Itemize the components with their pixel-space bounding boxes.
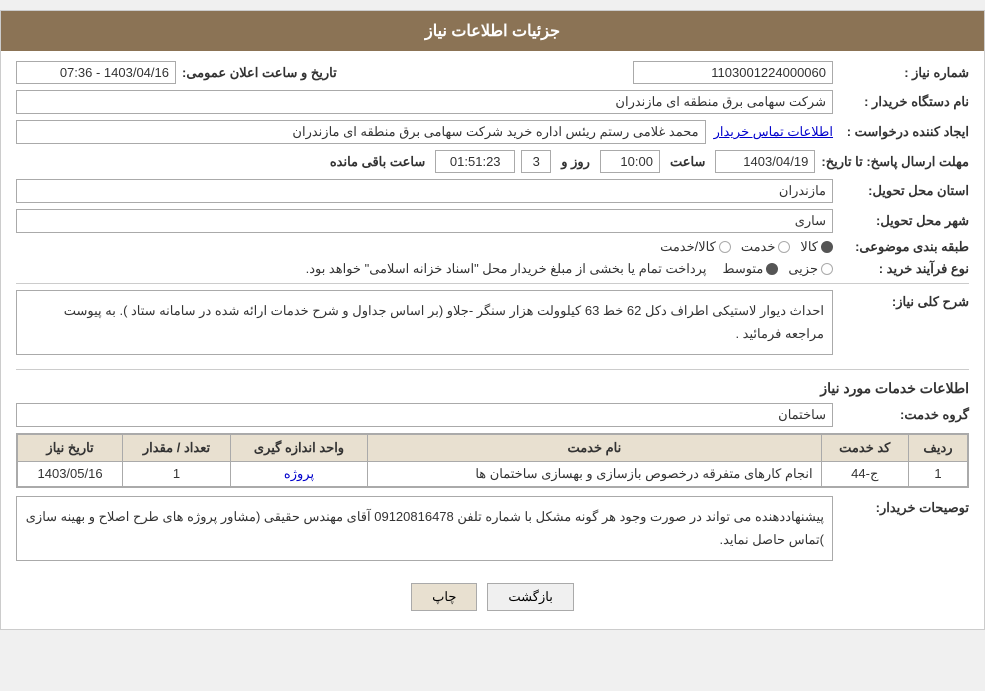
- sharhKoli-value: احداث دیوار لاستیکی اطراف دکل 62 خط 63 ک…: [16, 290, 833, 355]
- ejadKonande-label: ایجاد کننده درخواست :: [839, 124, 969, 140]
- noeFarayand-radio-jozi-circle[interactable]: [821, 263, 833, 275]
- tabaqe-radio-group: کالا خدمت کالا/خدمت: [660, 239, 833, 255]
- shomareNiaz-label: شماره نیاز :: [839, 65, 969, 81]
- col-name: نام خدمت: [368, 434, 822, 461]
- tabaqe-radio-kalakhedmat-label: کالا/خدمت: [660, 239, 716, 255]
- ejadKonande-row: ایجاد کننده درخواست : اطلاعات تماس خریدا…: [16, 120, 969, 144]
- namDastgah-row: نام دستگاه خریدار : شرکت سهامی برق منطقه…: [16, 90, 969, 114]
- divider1: [16, 283, 969, 284]
- chap-button[interactable]: چاپ: [411, 583, 477, 611]
- content-area: شماره نیاز : 1103001224000060 تاریخ و سا…: [1, 51, 984, 629]
- mohlat-baqi-label: ساعت باقی مانده: [330, 154, 425, 170]
- mohlat-row: مهلت ارسال پاسخ: تا تاریخ: 1403/04/19 سا…: [16, 150, 969, 173]
- noeFarayand-radio-jozi: جزیی: [788, 261, 833, 277]
- noeFarayand-label: نوع فرآیند خرید :: [839, 261, 969, 277]
- cell-vahed: پروژه: [230, 461, 367, 486]
- cell-tarikh: 1403/05/16: [18, 461, 123, 486]
- tabaqe-radio-kalakhedmat: کالا/خدمت: [660, 239, 731, 255]
- noeFarayand-radio-motavase-circle[interactable]: [766, 263, 778, 275]
- shomareNiaz-value: 1103001224000060: [633, 61, 833, 84]
- services-table-wrapper: ردیف کد خدمت نام خدمت واحد اندازه گیری ت…: [16, 433, 969, 488]
- col-vahed: واحد اندازه گیری: [230, 434, 367, 461]
- tabaqe-radio-kala-circle[interactable]: [821, 241, 833, 253]
- tabaqe-radio-kala-label: کالا: [800, 239, 818, 255]
- tabaqe-radio-kala: کالا: [800, 239, 833, 255]
- gorohKhedmat-label: گروه خدمت:: [839, 407, 969, 423]
- page-wrapper: جزئیات اطلاعات نیاز شماره نیاز : 1103001…: [0, 10, 985, 630]
- mohlat-rooz-value: 3: [521, 150, 551, 173]
- col-tedad: تعداد / مقدار: [123, 434, 231, 461]
- noeFarayand-radio-motavase: متوسط: [722, 261, 778, 277]
- sharhKoli-row: شرح کلی نیاز: احداث دیوار لاستیکی اطراف …: [16, 290, 969, 363]
- page-title: جزئیات اطلاعات نیاز: [425, 23, 560, 40]
- namDastgah-label: نام دستگاه خریدار :: [839, 94, 969, 110]
- col-radif: ردیف: [908, 434, 967, 461]
- gorohKhedmat-value: ساختمان: [16, 403, 833, 427]
- tabaqe-label: طبقه بندی موضوعی:: [839, 239, 969, 255]
- mohlat-label: مهلت ارسال پاسخ: تا تاریخ:: [821, 154, 969, 170]
- cell-kod: ج-44: [821, 461, 908, 486]
- noeFarayand-radio-group: جزیی متوسط: [722, 261, 833, 277]
- tabaqe-radio-kalakhedmat-circle[interactable]: [719, 241, 731, 253]
- cell-tedad: 1: [123, 461, 231, 486]
- tarikhElan-label: تاریخ و ساعت اعلان عمومی:: [182, 65, 337, 81]
- tabaqe-row: طبقه بندی موضوعی: کالا خدمت کالا/خدمت: [16, 239, 969, 255]
- namDastgah-value: شرکت سهامی برق منطقه ای مازندران: [16, 90, 833, 114]
- noeFarayand-row: نوع فرآیند خرید : جزیی متوسط پرداخت تمام…: [16, 261, 969, 277]
- shahr-label: شهر محل تحویل:: [839, 213, 969, 229]
- table-header-row: ردیف کد خدمت نام خدمت واحد اندازه گیری ت…: [18, 434, 968, 461]
- ejadKonande-link[interactable]: اطلاعات تماس خریدار: [714, 124, 833, 140]
- mohlat-saat-label: ساعت: [670, 154, 705, 170]
- buttons-row: بازگشت چاپ: [16, 575, 969, 619]
- ostan-value: مازندران: [16, 179, 833, 203]
- tosih-label: توصیحات خریدار:: [839, 496, 969, 516]
- tabaqe-radio-khedmat: خدمت: [741, 239, 791, 255]
- mohlat-saat-value: 10:00: [600, 150, 660, 173]
- tosih-row: توصیحات خریدار: پیشنهاددهنده می تواند در…: [16, 496, 969, 569]
- services-table: ردیف کد خدمت نام خدمت واحد اندازه گیری ت…: [17, 434, 968, 487]
- ostan-label: استان محل تحویل:: [839, 183, 969, 199]
- table-body: 1 ج-44 انجام کارهای متفرقه درخصوص بازساز…: [18, 461, 968, 486]
- noeFarayand-note: پرداخت تمام یا بخشی از مبلغ خریدار محل "…: [16, 261, 706, 277]
- shahr-value: ساری: [16, 209, 833, 233]
- page-header: جزئیات اطلاعات نیاز: [1, 11, 984, 51]
- noeFarayand-radio-motavase-label: متوسط: [722, 261, 763, 277]
- col-kod: کد خدمت: [821, 434, 908, 461]
- mohlat-rooz-label: روز و: [561, 154, 590, 170]
- col-tarikh: تاریخ نیاز: [18, 434, 123, 461]
- cell-radif: 1: [908, 461, 967, 486]
- tabaqe-radio-khedmat-circle[interactable]: [778, 241, 790, 253]
- mohlat-date: 1403/04/19: [715, 150, 815, 173]
- table-row: 1 ج-44 انجام کارهای متفرقه درخصوص بازساز…: [18, 461, 968, 486]
- khadamat-section-title: اطلاعات خدمات مورد نیاز: [16, 380, 969, 397]
- shahr-row: شهر محل تحویل: ساری: [16, 209, 969, 233]
- mohlat-baqi-value: 01:51:23: [435, 150, 515, 173]
- tabaqe-radio-khedmat-label: خدمت: [741, 239, 776, 255]
- tarikhElan-value: 1403/04/16 - 07:36: [16, 61, 176, 84]
- cell-name: انجام کارهای متفرقه درخصوص بازسازی و بهس…: [368, 461, 822, 486]
- bazgasht-button[interactable]: بازگشت: [487, 583, 573, 611]
- noeFarayand-radio-jozi-label: جزیی: [788, 261, 818, 277]
- shomareNiaz-row: شماره نیاز : 1103001224000060 تاریخ و سا…: [16, 61, 969, 84]
- gorohKhedmat-row: گروه خدمت: ساختمان: [16, 403, 969, 427]
- ejadKonande-value: محمد غلامی رستم ریئس اداره خرید شرکت سها…: [16, 120, 706, 144]
- tosih-value: پیشنهاددهنده می تواند در صورت وجود هر گو…: [16, 496, 833, 561]
- sharhKoli-label: شرح کلی نیاز:: [839, 290, 969, 310]
- divider2: [16, 369, 969, 370]
- ostan-row: استان محل تحویل: مازندران: [16, 179, 969, 203]
